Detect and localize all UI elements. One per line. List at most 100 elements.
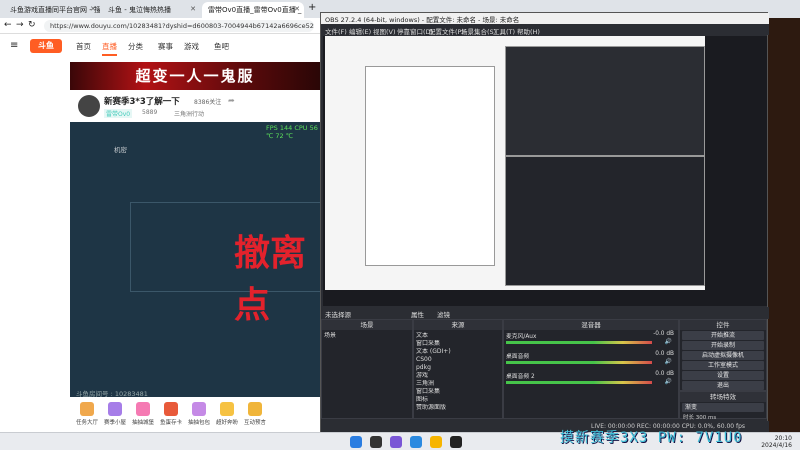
menu-tools[interactable]: 工具(T) bbox=[493, 26, 515, 36]
menu-profile[interactable]: 配置文件(P) bbox=[429, 26, 464, 36]
menu-scene-collection[interactable]: 场景集合(S) bbox=[461, 26, 496, 36]
speaker-icon[interactable]: 🔊 bbox=[665, 379, 672, 385]
transitions-header: 转场特效 bbox=[680, 392, 766, 402]
hot-value: 5889 bbox=[142, 109, 158, 116]
source-toolbar: 未选择源 属性 滤镜 bbox=[321, 307, 769, 319]
gift-item[interactable]: 互动预言 bbox=[242, 402, 268, 430]
menu-docks[interactable]: 停靠窗口(D) bbox=[397, 26, 433, 36]
nav-item-home[interactable]: 首页 bbox=[76, 41, 91, 52]
exit-button[interactable]: 退出 bbox=[682, 381, 764, 390]
scenes-panel: 场景 场景 bbox=[321, 319, 413, 419]
gift-icon bbox=[136, 402, 150, 416]
source-item[interactable]: pdkg bbox=[416, 364, 500, 372]
no-source-label: 未选择源 bbox=[325, 311, 351, 319]
scenes-header: 场景 bbox=[322, 320, 412, 330]
close-icon[interactable]: ✕ bbox=[190, 5, 196, 13]
source-item[interactable]: 三角洲 bbox=[416, 380, 500, 388]
source-item[interactable]: CS00 bbox=[416, 356, 500, 364]
mixer-panel: 混音器 麦克风/Aux -0.0 dB 🔊 桌面音频 0.0 dB 🔊 桌面音频… bbox=[503, 319, 679, 419]
gift-item[interactable]: 抽抽包包 bbox=[186, 402, 212, 430]
obs-icon[interactable] bbox=[450, 436, 462, 448]
transition-select[interactable]: 渐变 bbox=[682, 403, 764, 412]
gift-item[interactable]: 任务大厅 bbox=[74, 402, 100, 430]
taskview-icon[interactable] bbox=[390, 436, 402, 448]
channel-name: 麦克风/Aux bbox=[506, 334, 537, 340]
gift-icon bbox=[248, 402, 262, 416]
new-tab-button[interactable]: + bbox=[308, 2, 316, 13]
nav-item-games[interactable]: 游戏 bbox=[184, 41, 199, 52]
start-icon[interactable] bbox=[350, 436, 362, 448]
source-item[interactable]: 图标 bbox=[416, 396, 500, 404]
extraction-text: 撤离点 bbox=[234, 233, 307, 326]
filters-button[interactable]: 滤镜 bbox=[437, 309, 450, 319]
browser-tab[interactable]: 斗鱼 - 鬼泣悔热热播 ✕ bbox=[102, 2, 200, 18]
obs-preview[interactable] bbox=[323, 36, 767, 306]
close-icon[interactable]: ✕ bbox=[294, 5, 300, 13]
share-icon[interactable]: ➦ bbox=[228, 96, 235, 105]
video-player[interactable]: FPS 144 CPU 56 ℃ 72 ℃ 机密 撤离点 斗鱼房间号 : 102… bbox=[70, 122, 320, 398]
mixer-channel: 麦克风/Aux -0.0 dB 🔊 bbox=[504, 330, 678, 350]
scene-item[interactable]: 场景 bbox=[324, 332, 410, 340]
transitions-panel: 转场特效 渐变 时长 300 ms bbox=[679, 391, 767, 421]
menu-edit[interactable]: 编辑(E) bbox=[349, 26, 371, 36]
obs-title-bar: OBS 27.2.4 (64-bit, windows) - 配置文件: 未命名… bbox=[321, 13, 769, 24]
nav-item-live[interactable]: 直播 bbox=[102, 41, 117, 56]
channel-db: -0.0 dB bbox=[653, 331, 674, 337]
start-recording-button[interactable]: 开始录制 bbox=[682, 341, 764, 350]
speaker-icon[interactable]: 🔊 bbox=[665, 359, 672, 365]
menu-icon[interactable]: ≡ bbox=[10, 40, 18, 51]
search-icon[interactable] bbox=[370, 436, 382, 448]
browser-tab-active[interactable]: 雷带Ov0直播_雷带Ov0直播 _ 斗 ✕ bbox=[202, 2, 304, 18]
edge-icon[interactable] bbox=[410, 436, 422, 448]
browser-tab[interactable]: 斗鱼游戏直播同平台官网 - 搜索 ✕ bbox=[4, 2, 100, 18]
nav-item-category[interactable]: 分类 bbox=[128, 41, 143, 52]
gift-item[interactable]: 鱼蛋存卡 bbox=[158, 402, 184, 430]
streamer-info: 新赛季3*3了解一下 8386关注 雷带Ov0 5889 三角洲行动 ➦ bbox=[70, 92, 320, 122]
refresh-icon[interactable]: ↻ bbox=[28, 20, 36, 30]
category-label[interactable]: 三角洲行动 bbox=[174, 109, 204, 118]
nav-item-fishbar[interactable]: 鱼吧 bbox=[214, 41, 229, 52]
source-item[interactable]: 文本 (GDI+) bbox=[416, 348, 500, 356]
tab-title: 斗鱼游戏直播同平台官网 - 搜索 bbox=[10, 6, 100, 14]
douyu-logo[interactable]: 斗鱼 bbox=[30, 39, 62, 53]
gift-bar: 任务大厅 赛季小屋 抽抽城堡 鱼蛋存卡 抽抽包包 超好奔盼 互动预言 bbox=[70, 398, 320, 432]
streamer-name[interactable]: 雷带Ov0 bbox=[104, 109, 133, 118]
source-item[interactable]: 赞助源面版 bbox=[416, 404, 500, 412]
volume-meter bbox=[506, 381, 652, 384]
menu-help[interactable]: 帮助(H) bbox=[517, 26, 540, 36]
room-title: 新赛季3*3了解一下 bbox=[104, 97, 180, 107]
menu-view[interactable]: 视图(V) bbox=[373, 26, 396, 36]
nav-item-events[interactable]: 赛事 bbox=[158, 41, 173, 52]
start-streaming-button[interactable]: 开始推流 bbox=[682, 331, 764, 340]
gift-item[interactable]: 超好奔盼 bbox=[214, 402, 240, 430]
url-input[interactable]: https://www.douyu.com/10283481?dyshid=d6… bbox=[44, 20, 314, 32]
menu-file[interactable]: 文件(F) bbox=[325, 26, 347, 36]
gift-item[interactable]: 赛季小屋 bbox=[102, 402, 128, 430]
close-icon[interactable]: ✕ bbox=[90, 5, 96, 13]
properties-button[interactable]: 属性 bbox=[411, 309, 424, 319]
controls-header: 控件 bbox=[680, 320, 766, 330]
channel-name: 桌面音频 2 bbox=[506, 374, 535, 380]
back-icon[interactable]: ← bbox=[4, 20, 12, 30]
source-item[interactable]: 窗口采集 bbox=[416, 388, 500, 396]
event-banner[interactable]: 超变一人一鬼服 bbox=[70, 62, 320, 90]
virtual-camera-button[interactable]: 启动虚拟摄像机 bbox=[682, 351, 764, 360]
gift-icon bbox=[108, 402, 122, 416]
sources-header: 来源 bbox=[414, 320, 502, 330]
source-item[interactable]: 窗口采集 bbox=[416, 340, 500, 348]
gift-item[interactable]: 抽抽城堡 bbox=[130, 402, 156, 430]
studio-mode-button[interactable]: 工作室模式 bbox=[682, 361, 764, 370]
folder-icon[interactable] bbox=[430, 436, 442, 448]
system-clock[interactable]: 20:10 2024/4/16 bbox=[761, 435, 792, 449]
source-item[interactable]: 游戏 bbox=[416, 372, 500, 380]
source-item[interactable]: 文本 bbox=[416, 332, 500, 340]
volume-meter bbox=[506, 341, 652, 344]
speaker-icon[interactable]: 🔊 bbox=[665, 339, 672, 345]
channel-name: 桌面音频 bbox=[506, 354, 530, 360]
followers-count: 8386关注 bbox=[194, 99, 222, 106]
avatar[interactable] bbox=[78, 95, 100, 117]
captured-screen bbox=[325, 36, 705, 290]
channel-db: 0.0 dB bbox=[655, 371, 674, 377]
settings-button[interactable]: 设置 bbox=[682, 371, 764, 380]
forward-icon[interactable]: → bbox=[16, 20, 24, 30]
